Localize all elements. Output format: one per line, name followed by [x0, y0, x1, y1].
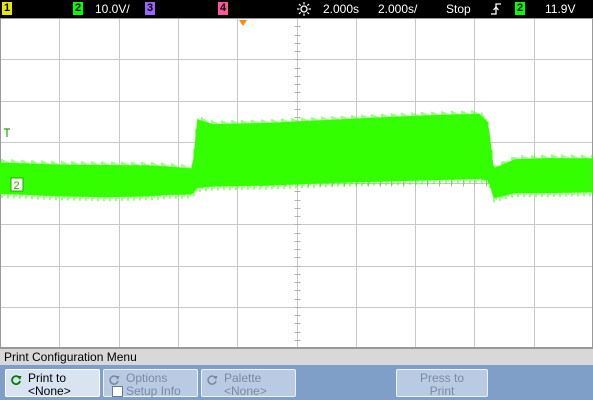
- channel-2-ground-marker[interactable]: 2: [10, 177, 24, 192]
- channel-3-indicator[interactable]: 3: [145, 2, 155, 15]
- print-to-softkey[interactable]: Print to <None>: [5, 369, 100, 397]
- cycle-icon: [207, 375, 218, 385]
- svg-text:2: 2: [14, 180, 20, 192]
- trigger-source-indicator[interactable]: 2: [515, 2, 525, 15]
- timebase-scale: 2.000s/: [378, 2, 418, 16]
- trigger-level: 11.9V: [545, 2, 576, 16]
- channel-1-indicator[interactable]: 1: [2, 2, 12, 15]
- channel-4-indicator[interactable]: 4: [218, 2, 228, 15]
- run-state: Stop: [446, 2, 471, 16]
- options-label: Options: [126, 371, 168, 385]
- softkey-bar: Print to <None> Options Setup Info Palet…: [0, 365, 593, 400]
- trigger-position-marker[interactable]: [239, 20, 247, 26]
- setup-info-checkbox[interactable]: [112, 386, 123, 397]
- options-softkey[interactable]: Options Setup Info: [103, 369, 198, 397]
- press-to-print-label: Press to: [419, 371, 464, 385]
- print-to-value: <None>: [28, 384, 71, 398]
- channel-2-scale: 10.0V/: [95, 2, 130, 16]
- press-to-print-value: Print: [429, 384, 455, 398]
- status-bar: 1 2 10.0V/ 3 4 2.000s 2.000s/ Stop 2 11.…: [0, 0, 593, 18]
- trigger-slope-icon: [489, 1, 503, 17]
- cycle-icon: [109, 375, 120, 385]
- cycle-icon: [11, 375, 22, 385]
- palette-label: Palette: [224, 371, 262, 385]
- press-to-print-softkey[interactable]: Press to Print: [396, 369, 488, 397]
- menu-title: Print Configuration Menu: [0, 348, 593, 365]
- options-value: Setup Info: [126, 384, 181, 398]
- print-to-label: Print to: [28, 371, 67, 385]
- waveform-display[interactable]: 2: [0, 18, 593, 348]
- palette-softkey[interactable]: Palette <None>: [201, 369, 296, 397]
- palette-value: <None>: [224, 384, 267, 398]
- timebase-delay: 2.000s: [323, 2, 360, 16]
- markers-layer: 2: [4, 20, 247, 192]
- delay-icon: [296, 1, 312, 17]
- channel-2-indicator[interactable]: 2: [73, 2, 83, 15]
- trigger-level-marker[interactable]: [4, 128, 10, 137]
